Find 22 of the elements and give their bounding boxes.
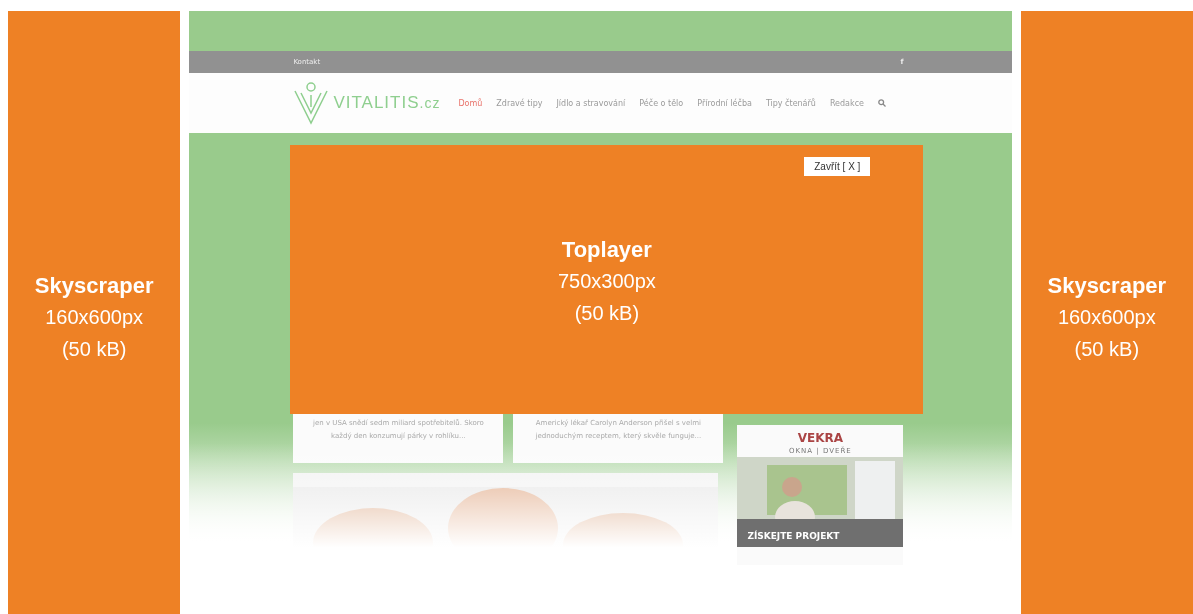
banner-title: Skyscraper [34, 272, 154, 300]
nav-item[interactable]: Jídlo a stravování [556, 98, 626, 108]
banner-size: 750x300px [557, 269, 656, 294]
banner-size: 160x600px [1057, 305, 1156, 330]
banner-weight: (50 kB) [574, 301, 640, 326]
nav-item[interactable]: Péče o tělo [639, 98, 684, 108]
nav-item[interactable]: Tipy čtenářů [765, 98, 816, 108]
ad-brand: VEKRA [797, 431, 844, 445]
banner-weight: (50 kB) [61, 337, 127, 362]
banner-title: Toplayer [561, 236, 652, 264]
banner-weight: (50 kB) [1074, 337, 1140, 362]
search-icon[interactable] [877, 99, 886, 107]
banner-title: Skyscraper [1047, 272, 1167, 300]
logo-icon [293, 81, 330, 125]
logo-text[interactable]: VITALITIS.cz [333, 93, 441, 113]
nav-item[interactable]: Zdravé tipy [496, 98, 543, 108]
nav-item[interactable]: Přírodní léčba [697, 98, 752, 108]
nav-item[interactable]: Redakce [829, 98, 864, 108]
ad-cta[interactable]: ZÍSKEJTE PROJEKT [747, 531, 840, 541]
close-button[interactable]: Zavřít [ X ] [804, 157, 871, 176]
nav-item[interactable]: Domů [458, 98, 483, 108]
banner-size: 160x600px [45, 305, 144, 330]
